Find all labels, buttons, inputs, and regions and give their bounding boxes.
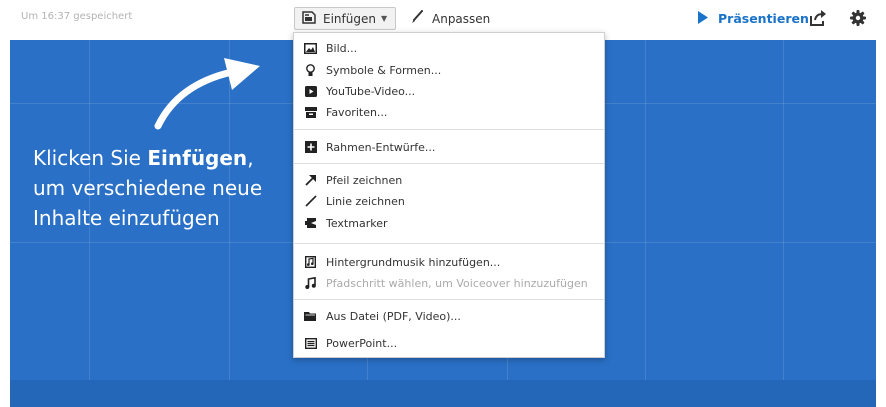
saved-status: Um 16:37 gespeichert — [21, 11, 133, 22]
image-icon — [304, 42, 317, 55]
hint-text: Klicken Sie Einfügen, um verschiedene ne… — [33, 143, 262, 233]
menu-item-draw-line[interactable]: Linie zeichnen — [294, 191, 604, 211]
chevron-down-icon: ▼ — [380, 14, 388, 23]
music-file-icon — [304, 256, 317, 269]
customize-button[interactable]: Anpassen — [410, 8, 490, 29]
hint-line-1-suffix: , — [247, 146, 254, 170]
grid-line — [783, 40, 784, 407]
arrow-icon — [304, 174, 317, 187]
powerpoint-icon — [304, 337, 317, 350]
menu-item-label: Rahmen-Entwürfe... — [326, 140, 436, 154]
music-note-icon — [304, 277, 317, 290]
curved-arrow-icon — [154, 58, 260, 130]
lightbulb-icon — [304, 63, 317, 77]
menu-item-label: Hintergrundmusik hinzufügen... — [326, 255, 501, 269]
present-button-label: Präsentieren — [718, 11, 809, 26]
highlighter-icon — [304, 217, 317, 230]
menu-item-highlighter[interactable]: Textmarker — [294, 213, 604, 233]
menu-item-label: Aus Datei (PDF, Video)... — [326, 309, 461, 323]
line-icon — [304, 195, 317, 208]
favorites-box-icon — [304, 106, 317, 119]
insert-button-label: Einfügen — [323, 11, 376, 26]
menu-item-favorites[interactable]: Favoriten... — [294, 102, 604, 122]
share-icon[interactable] — [808, 9, 828, 27]
grid-line — [645, 40, 646, 407]
video-icon — [304, 85, 317, 98]
menu-item-background-music[interactable]: Hintergrundmusik hinzufügen... — [294, 252, 604, 272]
insert-button[interactable]: Einfügen ▼ — [294, 7, 396, 30]
menu-item-image[interactable]: Bild... — [294, 38, 604, 58]
menu-item-label: Symbole & Formen... — [326, 63, 442, 77]
customize-button-label: Anpassen — [432, 11, 491, 26]
hint-line-2: um verschiedene neue — [33, 176, 263, 200]
menu-item-label: Linie zeichnen — [326, 194, 405, 208]
insert-icon — [301, 9, 317, 28]
canvas-bottom-strip — [10, 380, 876, 407]
frame-plus-icon — [304, 141, 317, 154]
menu-item-voiceover: Pfadschritt wählen, um Voiceover hinzuzu… — [294, 273, 604, 293]
play-icon — [697, 9, 709, 28]
menu-item-label: Bild... — [326, 41, 358, 55]
menu-item-label: YouTube-Video... — [326, 84, 416, 98]
hint-line-3: Inhalte einzufügen — [33, 206, 220, 230]
menu-item-frame-templates[interactable]: Rahmen-Entwürfe... — [294, 137, 604, 157]
menu-item-from-file[interactable]: Aus Datei (PDF, Video)... — [294, 306, 604, 326]
hint-line-1-bold: Einfügen — [147, 146, 248, 170]
menu-item-label: Pfeil zeichnen — [326, 173, 403, 187]
folder-icon — [304, 310, 317, 323]
menu-item-draw-arrow[interactable]: Pfeil zeichnen — [294, 170, 604, 190]
menu-item-symbols-shapes[interactable]: Symbole & Formen... — [294, 60, 604, 80]
present-button[interactable]: Präsentieren — [697, 8, 809, 29]
brush-icon — [410, 9, 424, 28]
menu-item-label: Pfadschritt wählen, um Voiceover hinzuzu… — [326, 276, 588, 290]
menu-item-label: PowerPoint... — [326, 336, 398, 350]
hint-line-1: Klicken Sie Einfügen, — [33, 143, 262, 173]
menu-separator — [294, 129, 604, 130]
insert-menu: Bild... Symbole & Formen... YouTube-Vide… — [293, 32, 605, 358]
menu-item-powerpoint[interactable]: PowerPoint... — [294, 333, 604, 353]
menu-item-youtube-video[interactable]: YouTube-Video... — [294, 81, 604, 101]
menu-separator — [294, 163, 604, 164]
menu-item-label: Textmarker — [326, 216, 388, 230]
hint-line-1-prefix: Klicken Sie — [33, 146, 148, 170]
menu-separator — [294, 243, 604, 244]
menu-separator — [294, 299, 604, 300]
menu-item-label: Favoriten... — [326, 105, 388, 119]
gear-icon[interactable] — [848, 8, 868, 28]
